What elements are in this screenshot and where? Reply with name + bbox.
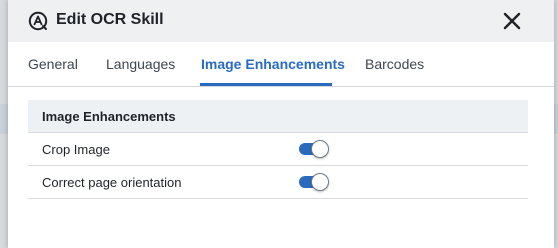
correct-page-orientation-label: Correct page orientation xyxy=(42,174,182,190)
section-heading: Image Enhancements xyxy=(28,100,528,133)
active-tab-indicator xyxy=(200,83,332,86)
tab-languages[interactable]: Languages xyxy=(106,56,175,72)
setting-row-crop-image: Crop Image xyxy=(28,133,528,166)
toggle-knob xyxy=(311,140,329,158)
toggle-knob xyxy=(311,173,329,191)
tab-barcodes[interactable]: Barcodes xyxy=(365,56,424,72)
tab-bar: General Languages Image Enhancements Bar… xyxy=(8,42,554,87)
close-icon[interactable] xyxy=(500,9,524,33)
dialog-header: Edit OCR Skill xyxy=(8,0,554,42)
dialog-title: Edit OCR Skill xyxy=(56,11,164,28)
image-enhancements-section: Image Enhancements Crop Image Correct pa… xyxy=(28,100,528,199)
crop-image-toggle[interactable] xyxy=(299,140,329,158)
setting-row-correct-orientation: Correct page orientation xyxy=(28,166,528,199)
tab-image-enhancements[interactable]: Image Enhancements xyxy=(201,56,345,72)
correct-page-orientation-toggle[interactable] xyxy=(299,173,329,191)
tab-general[interactable]: General xyxy=(28,56,78,72)
edit-ocr-skill-dialog: Edit OCR Skill General Languages Image E… xyxy=(8,0,554,248)
ocr-skill-icon xyxy=(28,11,48,31)
crop-image-label: Crop Image xyxy=(42,141,110,157)
